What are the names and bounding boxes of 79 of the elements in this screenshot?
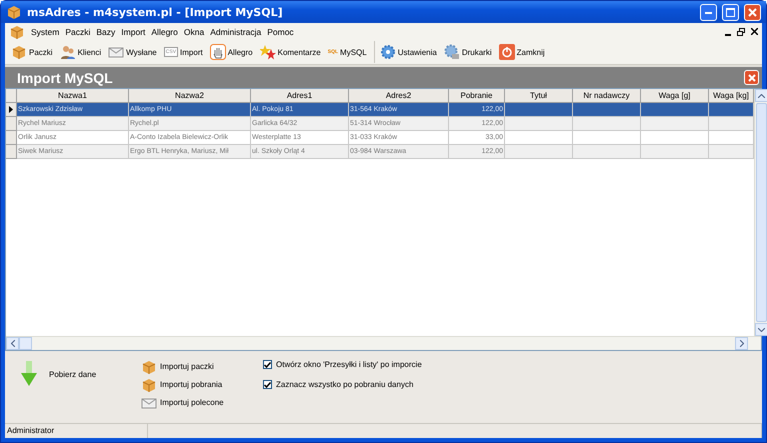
checkmark-icon: [264, 382, 271, 388]
package-icon: [9, 24, 25, 40]
close-button[interactable]: [744, 4, 761, 20]
column-header[interactable]: Nazwa2: [129, 89, 251, 103]
window-title: msAdres - m4system.pl - [Import MySQL]: [27, 6, 284, 18]
minimize-button[interactable]: [700, 4, 717, 20]
maximize-button[interactable]: [722, 4, 739, 20]
package-icon: [141, 358, 157, 374]
toolbar-button[interactable]: Komentarze: [258, 41, 323, 63]
menu-item[interactable]: Import: [121, 26, 146, 36]
table-cell: [505, 131, 573, 145]
table-cell: [709, 145, 754, 159]
option-checkbox[interactable]: Otwórz okno 'Przesyłki i listy' po imporcie: [263, 357, 422, 372]
table-cell: [641, 145, 709, 159]
table-cell: [641, 103, 709, 117]
minimize-icon: [705, 10, 712, 14]
gear-icon: [380, 44, 396, 60]
package-icon: [6, 4, 22, 20]
row-pointer-icon: [9, 106, 13, 113]
table-cell: [641, 117, 709, 131]
import-button[interactable]: Importuj pobrania: [141, 377, 263, 392]
import-button[interactable]: Importuj polecone: [141, 395, 263, 410]
scroll-thumb[interactable]: [19, 337, 32, 350]
download-arrow-icon: [21, 361, 37, 387]
package-icon: [11, 44, 27, 60]
toolbar-button[interactable]: Klienci: [58, 41, 104, 63]
table-cell: [505, 117, 573, 131]
menu-item[interactable]: Paczki: [65, 26, 90, 36]
column-header[interactable]: Adres1: [251, 89, 349, 103]
row-header[interactable]: [6, 103, 17, 117]
panel-title: Import MySQL: [17, 70, 114, 86]
toolbar-button[interactable]: Zamknij: [496, 41, 547, 63]
toolbar-button[interactable]: Allegro: [208, 41, 255, 63]
fetch-data-button[interactable]: Pobierz dane: [21, 357, 141, 391]
horizontal-scrollbar[interactable]: [6, 336, 761, 350]
toolbar-button[interactable]: Wysłane: [106, 41, 159, 63]
table-cell: [573, 117, 641, 131]
table-cell: [505, 103, 573, 117]
gear-icon: [444, 44, 460, 60]
option-checkbox[interactable]: Zaznacz wszystko po pobraniu danych: [263, 377, 422, 392]
table-cell: [709, 117, 754, 131]
table-cell: [505, 145, 573, 159]
table-cell: [573, 145, 641, 159]
close-icon: [748, 8, 757, 16]
power-icon: [498, 44, 515, 60]
toolbar-button[interactable]: Paczki: [9, 41, 55, 63]
menu-item[interactable]: Administracja: [210, 26, 262, 36]
close-button[interactable]: [744, 70, 759, 85]
column-header[interactable]: Nazwa1: [17, 89, 129, 103]
toolbar-button[interactable]: Drukarki: [442, 41, 494, 63]
menu-item[interactable]: Allegro: [151, 26, 178, 36]
menu-item[interactable]: System: [31, 26, 60, 36]
status-text: Administrator: [5, 424, 148, 438]
menu-item[interactable]: Pomoc: [267, 26, 294, 36]
checkmark-icon: [264, 362, 271, 368]
vertical-scrollbar[interactable]: [754, 89, 767, 336]
restore-icon[interactable]: [737, 28, 745, 36]
menu-item[interactable]: Okna: [184, 26, 204, 36]
table-cell: [641, 131, 709, 145]
table-cell: [709, 103, 754, 117]
table-cell: [709, 131, 754, 145]
import-button[interactable]: Importuj paczki: [141, 359, 263, 374]
hand-icon: [210, 44, 226, 60]
maximize-icon: [726, 8, 735, 16]
close-icon[interactable]: [751, 28, 758, 34]
close-icon: [748, 74, 756, 82]
column-header[interactable]: Waga [kg]: [709, 89, 754, 103]
column-header[interactable]: Adres2: [349, 89, 449, 103]
column-header[interactable]: Tytuł: [505, 89, 573, 103]
column-header[interactable]: Waga [g]: [641, 89, 709, 103]
table-cell: [573, 131, 641, 145]
package-icon: [141, 376, 157, 392]
people-icon: [60, 44, 76, 60]
stars-icon: [260, 44, 276, 60]
table-cell: [573, 103, 641, 117]
column-header[interactable]: Pobranie: [449, 89, 505, 103]
menu-item[interactable]: Bazy: [96, 26, 116, 36]
toolbar-button[interactable]: Ustawienia: [374, 41, 439, 63]
column-header[interactable]: Nr nadawczy: [573, 89, 641, 103]
